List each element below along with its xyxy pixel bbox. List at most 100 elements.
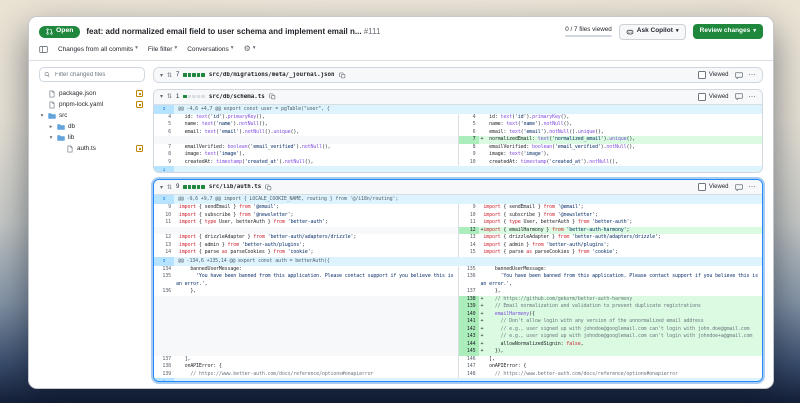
old-code-cell[interactable]: 'You have been banned from this applicat… xyxy=(174,273,458,288)
new-code-cell[interactable]: + // e.g., user signed up with johndoe@g… xyxy=(479,326,763,334)
menu-changes-from-commits[interactable]: Changes from all commits▾ xyxy=(58,46,138,53)
new-code-cell[interactable]: createdAt: timestamp('created_at').notNu… xyxy=(479,159,763,167)
sidebar-item-auth-ts[interactable]: auth.ts xyxy=(39,143,145,154)
filter-changed-files-input[interactable] xyxy=(53,71,140,79)
ask-copilot-button[interactable]: Ask Copilot ▾ xyxy=(619,24,686,40)
new-code-cell[interactable]: + allowNormalizedSignin: false, xyxy=(479,341,763,349)
old-code-cell[interactable]: import { parse as parseCookies } from 'c… xyxy=(174,249,458,257)
old-code-cell[interactable] xyxy=(174,348,458,356)
new-code-cell[interactable]: 'You have been banned from this applicat… xyxy=(479,273,763,288)
comment-icon[interactable] xyxy=(735,72,743,79)
diff-settings-button[interactable]: ⚙▾ xyxy=(244,45,256,53)
old-code-cell[interactable] xyxy=(174,333,458,341)
old-code-cell[interactable] xyxy=(174,227,458,235)
old-code-cell[interactable] xyxy=(174,326,458,334)
file-section-src-db-schema-ts: ▾⇅1src/db/schema.tsViewed⋯↕@@ -4,6 +4,7 … xyxy=(153,89,763,173)
old-code-cell[interactable]: ], xyxy=(174,356,458,364)
expand-hunk-icon[interactable]: ↕ xyxy=(154,257,174,266)
new-code-cell[interactable]: emailVerified: boolean('email_verified')… xyxy=(479,144,763,152)
new-code-cell[interactable]: +import { emailHarmony } from 'better-au… xyxy=(479,227,763,235)
old-code-cell[interactable]: onAPIError: { xyxy=(174,363,458,371)
sidebar-item-db[interactable]: ▸db xyxy=(39,121,145,132)
viewed-toggle[interactable]: Viewed xyxy=(698,93,729,101)
new-code-cell[interactable]: // https://www.better-auth.com/docs/refe… xyxy=(479,371,763,379)
old-code-cell[interactable] xyxy=(174,303,458,311)
kebab-menu-icon[interactable]: ⋯ xyxy=(749,183,757,191)
expand-hunk-icon[interactable]: ↕ xyxy=(154,195,174,204)
file-path[interactable]: src/lib/auth.ts xyxy=(209,184,261,190)
menu-conversations[interactable]: Conversations▾ xyxy=(187,46,233,53)
new-code-cell[interactable]: + // Don't allow login with any version … xyxy=(479,318,763,326)
new-code-cell[interactable]: + // e.g., user signed up with johndoe@g… xyxy=(479,333,763,341)
old-code-cell[interactable]: import { drizzleAdapter } from 'better-a… xyxy=(174,234,458,242)
new-code-cell[interactable]: import { subscribe } from '@newsletter'; xyxy=(479,212,763,220)
expand-down-icon[interactable]: ↓ xyxy=(154,166,174,173)
comment-icon[interactable] xyxy=(735,184,743,191)
old-code-cell[interactable] xyxy=(174,311,458,319)
old-code-cell[interactable]: bannedUserMessage: xyxy=(174,266,458,274)
new-code-cell[interactable]: email: text('email').notNull().unique(), xyxy=(479,129,763,137)
new-code-cell[interactable]: + }), xyxy=(479,348,763,356)
new-code-cell[interactable]: image: text('image'), xyxy=(479,151,763,159)
kebab-menu-icon[interactable]: ⋯ xyxy=(749,93,757,101)
viewed-checkbox[interactable] xyxy=(698,93,706,101)
old-code-cell[interactable]: emailVerified: boolean('email_verified')… xyxy=(174,144,458,152)
file-path[interactable]: src/db/schema.ts xyxy=(209,94,265,100)
old-code-cell[interactable]: createdAt: timestamp('created_at').notNu… xyxy=(174,159,458,167)
sidebar-item-pnpm-lock-yaml[interactable]: pnpm-lock.yaml xyxy=(39,99,145,110)
old-code-cell[interactable] xyxy=(174,136,458,144)
chevron-down-icon[interactable]: ▾ xyxy=(48,135,54,141)
new-code-cell[interactable]: + emailHarmony({ xyxy=(479,311,763,319)
expand-down-icon[interactable]: ↓ xyxy=(154,378,174,382)
new-code-cell[interactable]: import { drizzleAdapter } from 'better-a… xyxy=(479,234,763,242)
old-code-cell[interactable]: import { type User, betterAuth } from 'b… xyxy=(174,219,458,227)
old-code-cell[interactable]: }, xyxy=(174,288,458,296)
old-code-cell[interactable]: import { admin } from 'better-auth/plugi… xyxy=(174,242,458,250)
collapse-file-chevron-icon[interactable]: ▾ xyxy=(160,93,163,100)
old-code-cell[interactable]: name: text('name').notNull(), xyxy=(174,121,458,129)
viewed-toggle[interactable]: Viewed xyxy=(698,71,729,79)
new-code-cell[interactable]: }, xyxy=(479,288,763,296)
sidebar-item-package-json[interactable]: package.json xyxy=(39,88,145,99)
viewed-checkbox[interactable] xyxy=(698,183,706,191)
collapse-file-chevron-icon[interactable]: ▾ xyxy=(160,184,163,191)
file-path[interactable]: src/db/migrations/meta/_journal.json xyxy=(209,72,335,78)
copy-path-icon[interactable] xyxy=(269,93,276,100)
new-code-cell[interactable]: bannedUserMessage: xyxy=(479,266,763,274)
new-code-cell[interactable]: import { type User, betterAuth } from 'b… xyxy=(479,219,763,227)
old-code-cell[interactable]: import { sendEmail } from '@email'; xyxy=(174,204,458,212)
new-code-cell[interactable]: onAPIError: { xyxy=(479,363,763,371)
viewed-toggle[interactable]: Viewed xyxy=(698,183,729,191)
new-code-cell[interactable]: ], xyxy=(479,356,763,364)
old-code-cell[interactable] xyxy=(174,318,458,326)
old-code-cell[interactable]: // https://www.better-auth.com/docs/refe… xyxy=(174,371,458,379)
old-code-cell[interactable]: email: text('email').notNull().unique(), xyxy=(174,129,458,137)
new-code-cell[interactable]: import { admin } from 'better-auth/plugi… xyxy=(479,242,763,250)
new-code-cell[interactable]: + // Email normalization and validation … xyxy=(479,303,763,311)
new-code-cell[interactable]: + // https://github.com/gekorm/better-au… xyxy=(479,296,763,304)
new-code-cell[interactable]: import { parse as parseCookies } from 'c… xyxy=(479,249,763,257)
menu-file-filter[interactable]: File filter▾ xyxy=(148,46,177,53)
chevron-down-icon[interactable]: ▾ xyxy=(39,113,45,119)
copy-path-icon[interactable] xyxy=(339,72,346,79)
sidebar-toggle-button[interactable] xyxy=(39,45,48,54)
new-code-cell[interactable]: name: text('name').notNull(), xyxy=(479,121,763,129)
sidebar-item-src[interactable]: ▾src xyxy=(39,110,145,121)
new-code-cell[interactable]: id: text('id').primaryKey(), xyxy=(479,114,763,122)
old-code-cell[interactable] xyxy=(174,341,458,349)
old-code-cell[interactable]: import { subscribe } from '@newsletter'; xyxy=(174,212,458,220)
collapse-file-chevron-icon[interactable]: ▾ xyxy=(160,72,163,79)
old-code-cell[interactable]: id: text('id').primaryKey(), xyxy=(174,114,458,122)
old-code-cell[interactable] xyxy=(174,296,458,304)
sidebar-item-lib[interactable]: ▾lib xyxy=(39,132,145,143)
chevron-right-icon[interactable]: ▸ xyxy=(48,124,54,130)
new-code-cell[interactable]: + normalizedEmail: text('normalized_emai… xyxy=(479,136,763,144)
comment-icon[interactable] xyxy=(735,93,743,100)
copy-path-icon[interactable] xyxy=(265,184,272,191)
new-code-cell[interactable]: import { sendEmail } from '@email'; xyxy=(479,204,763,212)
expand-hunk-icon[interactable]: ↕ xyxy=(154,105,174,114)
kebab-menu-icon[interactable]: ⋯ xyxy=(749,71,757,79)
viewed-checkbox[interactable] xyxy=(698,71,706,79)
review-changes-button[interactable]: Review changes ▾ xyxy=(693,24,763,39)
old-code-cell[interactable]: image: text('image'), xyxy=(174,151,458,159)
